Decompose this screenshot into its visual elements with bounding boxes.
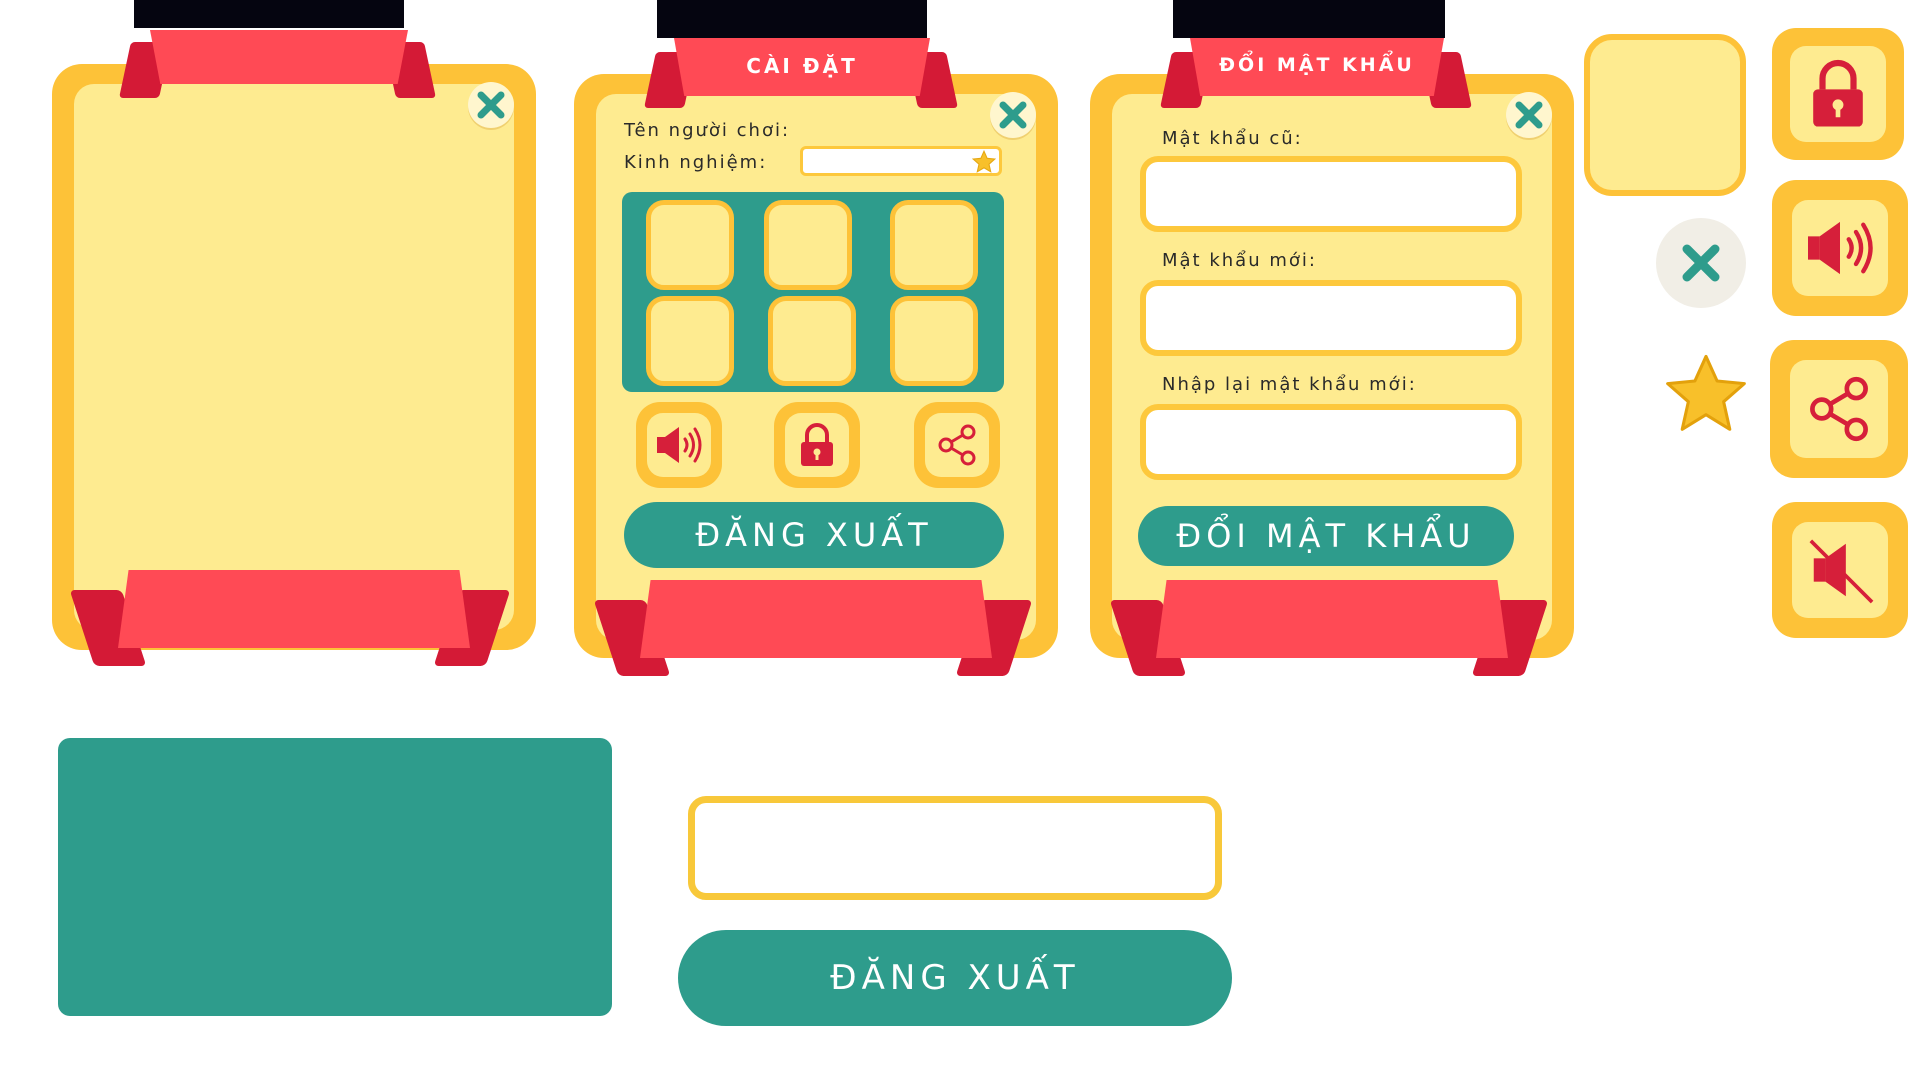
item-slot[interactable] bbox=[646, 296, 734, 386]
speaker-icon bbox=[657, 427, 702, 463]
item-slot[interactable] bbox=[890, 296, 978, 386]
close-button[interactable] bbox=[1506, 92, 1552, 138]
mute-icon bbox=[1809, 539, 1874, 604]
close-icon bbox=[999, 101, 1027, 129]
password-bottom-ribbon bbox=[1156, 580, 1508, 658]
text-input[interactable] bbox=[688, 796, 1222, 900]
close-icon bbox=[477, 91, 505, 119]
lock-icon bbox=[1813, 59, 1863, 127]
item-slot[interactable] bbox=[768, 296, 856, 386]
close-button[interactable] bbox=[468, 82, 514, 128]
player-name-label: Tên người chơi: bbox=[624, 120, 791, 141]
lock-icon bbox=[801, 423, 833, 466]
confirm-password-label: Nhập lại mật khẩu mới: bbox=[1162, 374, 1417, 395]
close-button[interactable] bbox=[990, 92, 1036, 138]
mute-button[interactable] bbox=[1772, 502, 1908, 638]
experience-bar bbox=[800, 146, 1002, 176]
settings-bottom-ribbon bbox=[640, 580, 992, 658]
experience-label: Kinh nghiệm: bbox=[624, 152, 768, 173]
star-icon bbox=[1666, 354, 1746, 431]
confirm-password-field[interactable] bbox=[1140, 404, 1522, 480]
change-password-button[interactable]: ĐỔI MẬT KHẨU bbox=[1138, 506, 1514, 566]
sound-button[interactable] bbox=[636, 402, 722, 488]
item-slot[interactable] bbox=[890, 200, 978, 290]
empty-panel-ribbon bbox=[150, 30, 408, 84]
share-button[interactable] bbox=[1770, 340, 1908, 478]
top-black-bar-3 bbox=[1173, 0, 1445, 38]
password-title: ĐỔI MẬT KHẨU bbox=[1219, 54, 1415, 76]
empty-panel-bottom-ribbon bbox=[118, 570, 470, 648]
share-button[interactable] bbox=[914, 402, 1000, 488]
share-icon bbox=[938, 424, 976, 466]
close-icon bbox=[1515, 101, 1543, 129]
item-slot[interactable] bbox=[646, 200, 734, 290]
old-password-field[interactable] bbox=[1140, 156, 1522, 232]
new-password-label: Mật khẩu mới: bbox=[1162, 250, 1317, 271]
speaker-icon bbox=[1808, 221, 1873, 275]
empty-slot-asset bbox=[1584, 34, 1746, 196]
top-black-bar-1 bbox=[134, 0, 404, 28]
close-icon bbox=[1682, 244, 1720, 282]
logout-button[interactable]: ĐĂNG XUẤT bbox=[624, 502, 1004, 568]
share-icon bbox=[1810, 376, 1868, 442]
settings-title: CÀI ĐẶT bbox=[746, 54, 858, 78]
sound-button[interactable] bbox=[1772, 180, 1908, 316]
item-slot[interactable] bbox=[764, 200, 852, 290]
top-black-bar-2 bbox=[657, 0, 927, 38]
lock-button[interactable] bbox=[774, 402, 860, 488]
close-button[interactable] bbox=[1656, 218, 1746, 308]
logout-button[interactable]: ĐĂNG XUẤT bbox=[678, 930, 1232, 1026]
lock-button[interactable] bbox=[1772, 28, 1904, 160]
old-password-label: Mật khẩu cũ: bbox=[1162, 128, 1303, 149]
star-icon bbox=[971, 149, 997, 173]
new-password-field[interactable] bbox=[1140, 280, 1522, 356]
teal-board bbox=[58, 738, 612, 1016]
